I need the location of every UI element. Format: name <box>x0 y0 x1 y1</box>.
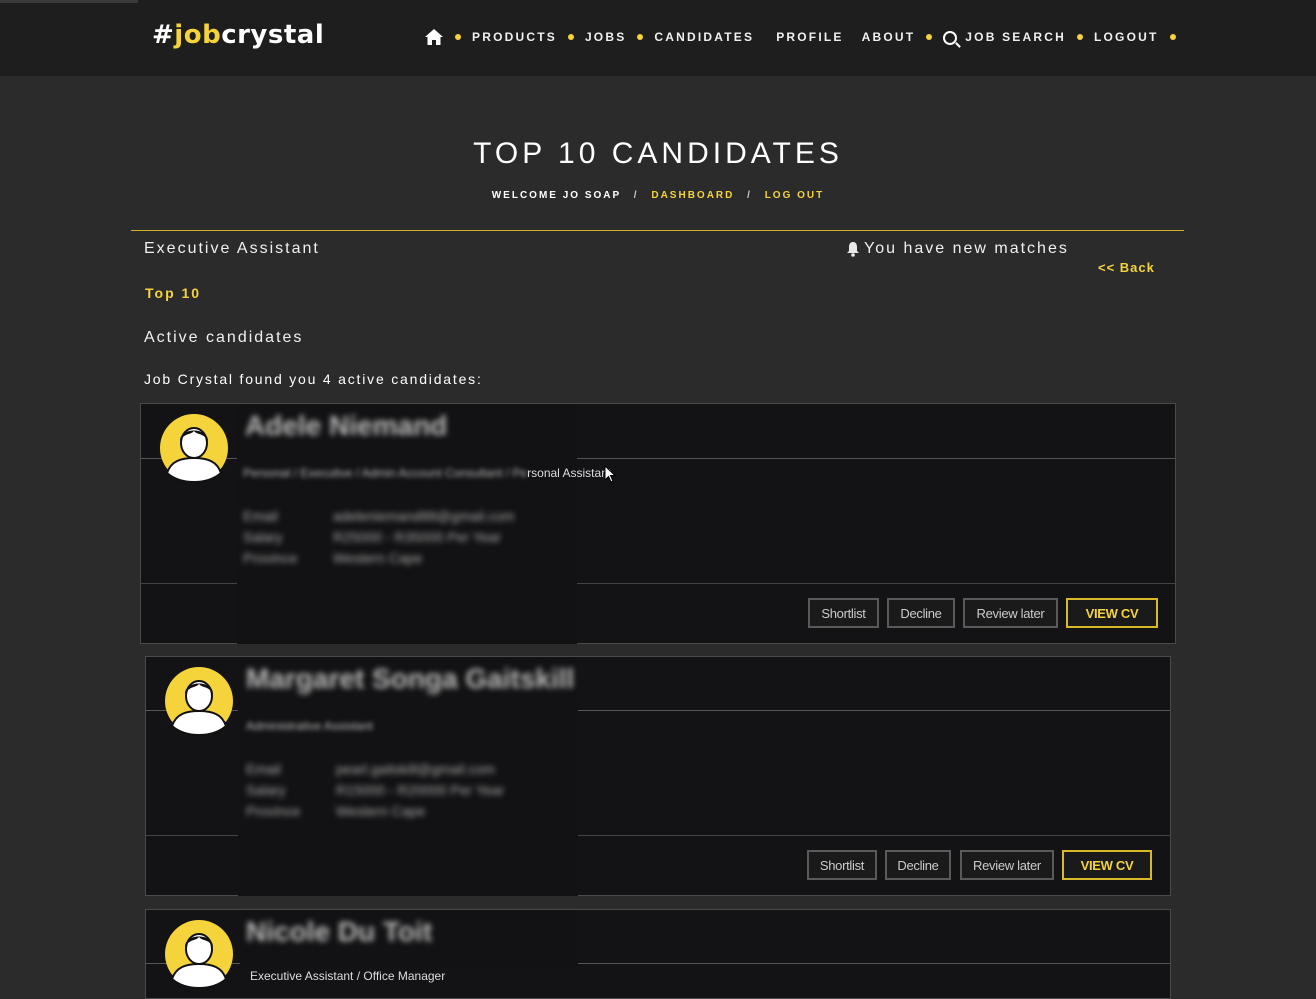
logout-link[interactable]: LOG OUT <box>765 190 825 201</box>
salary-label: Salary <box>243 529 283 545</box>
breadcrumb-separator: / <box>747 190 752 201</box>
bell-icon <box>846 241 860 257</box>
avatar-icon <box>165 920 233 989</box>
new-matches-text: You have new matches <box>864 240 1069 257</box>
candidate-subtitle: Personal / Executive / Admin Account Con… <box>243 466 612 480</box>
candidate-card: Adele Niemand Personal / Executive / Adm… <box>140 403 1176 644</box>
breadcrumb-separator: / <box>633 190 639 201</box>
decline-button[interactable]: Decline <box>887 598 955 628</box>
back-link[interactable]: << Back <box>1098 260 1155 275</box>
top-rule <box>0 0 138 3</box>
nav-about[interactable]: ABOUT <box>862 30 916 44</box>
shortlist-button[interactable]: Shortlist <box>807 850 877 880</box>
nav-dot <box>1169 34 1176 40</box>
candidate-card: Margaret Songa Gaitskill Administrative … <box>145 656 1171 896</box>
candidate-name[interactable]: Nicole Du Toit <box>246 916 432 948</box>
nav-products[interactable]: PRODUCTS <box>472 30 557 44</box>
email-value: adeleniemand88@gmail.com <box>333 508 515 524</box>
top-navbar: #jobcrystal PRODUCTS JOBS CANDIDATES PRO… <box>0 0 1316 76</box>
search-icon[interactable] <box>943 31 958 45</box>
province-value: Western Cape <box>333 550 423 566</box>
nav-profile[interactable]: PROFILE <box>776 30 843 44</box>
view-cv-button[interactable]: VIEW CV <box>1066 598 1158 628</box>
mouse-cursor-icon <box>604 465 616 483</box>
candidate-name[interactable]: Adele Niemand <box>245 410 447 442</box>
salary-label: Salary <box>246 782 286 798</box>
email-value: pearl.gaitskill@gmail.com <box>336 761 495 777</box>
province-label: Province <box>243 550 298 566</box>
salary-value: R25000 - R35000 Per Year <box>333 529 502 545</box>
email-label: Email <box>246 761 282 777</box>
shortlist-button[interactable]: Shortlist <box>808 598 879 628</box>
review-later-button[interactable]: Review later <box>960 850 1054 880</box>
active-candidates-heading: Active candidates <box>144 329 304 346</box>
province-value: Western Cape <box>336 803 426 819</box>
nav-dot <box>637 34 644 40</box>
nav-dot <box>926 34 933 40</box>
section-divider <box>131 230 1184 231</box>
candidate-subtitle: Executive Assistant / Office Manager <box>250 969 446 983</box>
decline-button[interactable]: Decline <box>885 850 951 880</box>
found-candidates-text: Job Crystal found you 4 active candidate… <box>144 371 483 387</box>
nav-candidates[interactable]: CANDIDATES <box>654 30 754 44</box>
nav-logout[interactable]: LOGOUT <box>1094 30 1159 44</box>
email-label: Email <box>243 508 279 524</box>
nav-job-search[interactable]: JOB SEARCH <box>965 30 1066 44</box>
nav-dot <box>567 34 574 40</box>
candidate-name[interactable]: Margaret Songa Gaitskill <box>246 663 574 695</box>
nav-dot <box>1076 34 1083 40</box>
new-matches-notice[interactable]: You have new matches <box>846 240 1069 258</box>
candidate-subtitle: Administrative Assistant <box>246 719 373 733</box>
review-later-button[interactable]: Review later <box>963 598 1058 628</box>
province-label: Province <box>246 803 301 819</box>
nav-dot <box>455 34 461 40</box>
top10-link[interactable]: Top 10 <box>145 285 201 301</box>
candidate-card: Nicole Du Toit Executive Assistant / Off… <box>145 909 1171 999</box>
dashboard-link[interactable]: DASHBOARD <box>651 190 734 201</box>
page-title: TOP 10 CANDIDATES <box>473 137 843 170</box>
nav-jobs[interactable]: JOBS <box>585 30 626 44</box>
salary-value: R15000 - R20000 Per Year <box>336 782 505 798</box>
main-nav: PRODUCTS JOBS CANDIDATES PROFILE ABOUT J… <box>424 24 1187 50</box>
home-icon[interactable] <box>424 28 444 46</box>
jobcrystal-logo[interactable]: #jobcrystal <box>152 20 324 50</box>
avatar-icon <box>160 414 228 483</box>
avatar-icon <box>165 667 233 736</box>
breadcrumb: WELCOME JO SOAP / DASHBOARD / LOG OUT <box>0 190 1316 201</box>
welcome-text: WELCOME JO SOAP <box>491 190 622 201</box>
job-title: Executive Assistant <box>144 240 320 257</box>
view-cv-button[interactable]: VIEW CV <box>1062 850 1152 880</box>
